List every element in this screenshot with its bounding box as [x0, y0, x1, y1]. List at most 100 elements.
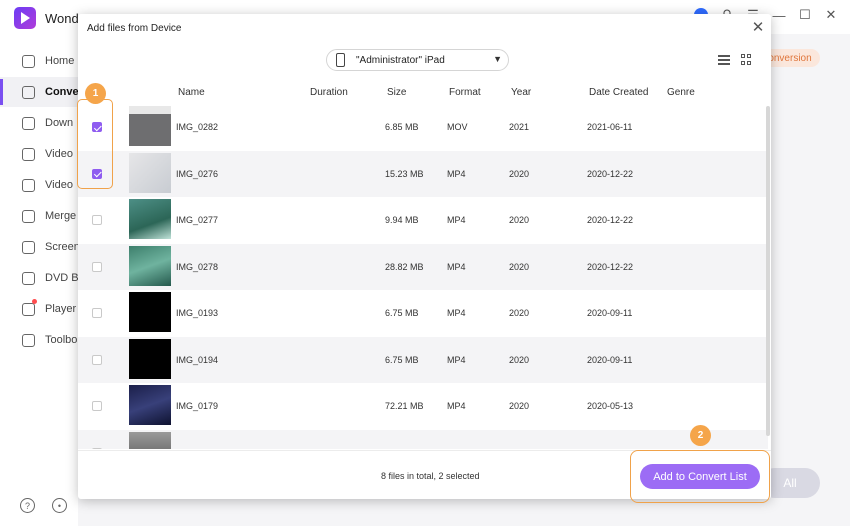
file-year: 2020 [509, 448, 529, 450]
file-format: MP4 [447, 261, 466, 272]
file-size: 9.94 MB [385, 215, 419, 225]
sidebar-item-9[interactable]: Toolbo [0, 325, 78, 355]
file-year: 2021 [509, 122, 530, 132]
sidebar-item-5[interactable]: Merge [0, 201, 78, 231]
column-duration[interactable]: Duration [310, 87, 348, 98]
video-thumbnail [129, 385, 171, 425]
file-format: MP4 [447, 168, 466, 179]
file-year: 2020 [509, 215, 530, 225]
file-name: IMG_0194 [176, 354, 219, 365]
file-name: IMG_0282 [176, 122, 219, 132]
file-date-created: 2020-05-13 [587, 401, 634, 411]
file-size: 6.75 MB [385, 354, 419, 365]
file-list-scrollbar[interactable] [766, 106, 770, 436]
column-name[interactable]: Name [178, 87, 205, 98]
new-badge-dot [32, 299, 37, 304]
sidebar-item-label: Down [45, 117, 74, 129]
maximize-icon[interactable]: ☐ [796, 6, 814, 24]
video-compressor-icon [21, 147, 36, 162]
row-checkbox[interactable] [92, 308, 102, 318]
list-view-icon[interactable] [718, 55, 730, 65]
sidebar-item-label: Conve [45, 86, 79, 98]
sidebar-item-3[interactable]: Video [0, 139, 78, 169]
file-name: IMG_0193 [176, 308, 219, 318]
minimize-icon[interactable]: — [770, 6, 788, 24]
sidebar-item-label: Player [45, 303, 77, 315]
row-checkbox[interactable] [92, 261, 102, 272]
table-row[interactable]: IMG_0282 6.85 MB MOV 2021 2021-06-11 [78, 104, 768, 150]
screen-recorder-icon [21, 240, 36, 255]
grid-view-icon[interactable] [741, 54, 752, 65]
video-thumbnail [129, 292, 171, 332]
sidebar-item-label: Screen [45, 241, 80, 253]
file-name: IMG_0277 [176, 215, 219, 225]
row-checkbox[interactable] [92, 215, 102, 225]
file-size: 72.21 MB [385, 401, 424, 411]
dialog-title: Add files from Device [87, 23, 182, 34]
column-format[interactable]: Format [449, 87, 481, 98]
column-year[interactable]: Year [511, 87, 531, 98]
file-format: MOV [447, 122, 468, 132]
table-row[interactable]: IMG_0179 72.21 MB MP4 2020 2020-05-13 [78, 383, 768, 429]
video-editor-icon [21, 178, 36, 193]
sidebar-item-label: Merge [45, 210, 77, 222]
download-icon [21, 116, 36, 131]
dialog-close-icon[interactable]: ✕ [750, 20, 766, 36]
file-date-created: 2020-12-22 [587, 261, 634, 272]
sidebar-item-label: Toolbo [45, 334, 78, 346]
sidebar-item-7[interactable]: DVD B [0, 263, 79, 293]
file-year: 2020 [509, 261, 530, 272]
step2-highlight [630, 450, 770, 503]
sidebar-item-0[interactable]: Home [0, 46, 78, 76]
column-date-created[interactable]: Date Created [589, 87, 648, 98]
sidebar-item-8[interactable]: Player [0, 294, 78, 324]
help-icon[interactable]: ? [20, 498, 35, 513]
file-size: 6.75 MB [385, 308, 419, 318]
row-checkbox[interactable] [92, 354, 102, 365]
file-format: MP4 [447, 401, 466, 411]
video-thumbnail [129, 431, 171, 449]
sidebar-item-4[interactable]: Video [0, 170, 78, 200]
file-size: 9.66 MB [385, 448, 419, 450]
table-row[interactable]: IMG_0178 9.66 MB MOV 2020 2020-06-28 [78, 429, 768, 450]
file-date-created: 2020-06-28 [587, 448, 633, 450]
file-date-created: 2020-09-11 [587, 354, 633, 365]
file-name: IMG_0278 [176, 261, 219, 272]
dvd-burner-icon [21, 271, 36, 286]
close-icon[interactable]: ✕ [822, 6, 840, 24]
merger-icon [21, 209, 36, 224]
file-format: MOV [447, 448, 468, 450]
column-genre[interactable]: Genre [667, 87, 695, 98]
sidebar: Home Conve Down Video Video Merge Screen DVD B P… [0, 34, 80, 526]
video-thumbnail [129, 338, 171, 379]
table-row[interactable]: IMG_0278 28.82 MB MP4 2020 2020-12-22 [78, 243, 768, 290]
file-year: 2020 [509, 308, 530, 318]
table-row[interactable]: IMG_0194 6.75 MB MP4 2020 2020-09-11 [78, 336, 768, 383]
step1-highlight [77, 99, 113, 189]
sidebar-item-6[interactable]: Screen [0, 232, 80, 262]
video-thumbnail [129, 199, 171, 239]
chevron-down-icon: ▼ [493, 54, 502, 64]
sidebar-item-2[interactable]: Down [0, 108, 78, 138]
notification-icon[interactable]: • [52, 498, 67, 513]
sidebar-item-label: Home [45, 55, 75, 67]
table-row[interactable]: IMG_0193 6.75 MB MP4 2020 2020-09-11 [78, 290, 768, 336]
file-size: 6.85 MB [385, 122, 419, 132]
sidebar-item-1[interactable]: Conve [0, 77, 79, 107]
device-select[interactable]: "Administrator" iPad ▼ [326, 49, 509, 71]
video-thumbnail [129, 106, 171, 146]
add-files-dialog: Add files from Device ✕ "Administrator" … [78, 14, 771, 499]
file-list: IMG_0282 6.85 MB MOV 2021 2021-06-11 IMG_0276… [78, 104, 768, 449]
table-row[interactable]: IMG_0277 9.94 MB MP4 2020 2020-12-22 [78, 197, 768, 243]
row-checkbox[interactable] [92, 447, 102, 449]
row-checkbox[interactable] [92, 401, 102, 411]
column-size[interactable]: Size [387, 87, 406, 98]
file-format: MP4 [447, 308, 466, 318]
file-size: 15.23 MB [385, 168, 424, 179]
file-name: IMG_0178 [176, 448, 218, 450]
file-date-created: 2021-06-11 [587, 122, 633, 132]
video-thumbnail [129, 245, 171, 286]
table-row[interactable]: IMG_0276 15.23 MB MP4 2020 2020-12-22 [78, 150, 768, 197]
step1-badge: 1 [85, 83, 106, 104]
device-label: "Administrator" iPad [356, 55, 445, 66]
